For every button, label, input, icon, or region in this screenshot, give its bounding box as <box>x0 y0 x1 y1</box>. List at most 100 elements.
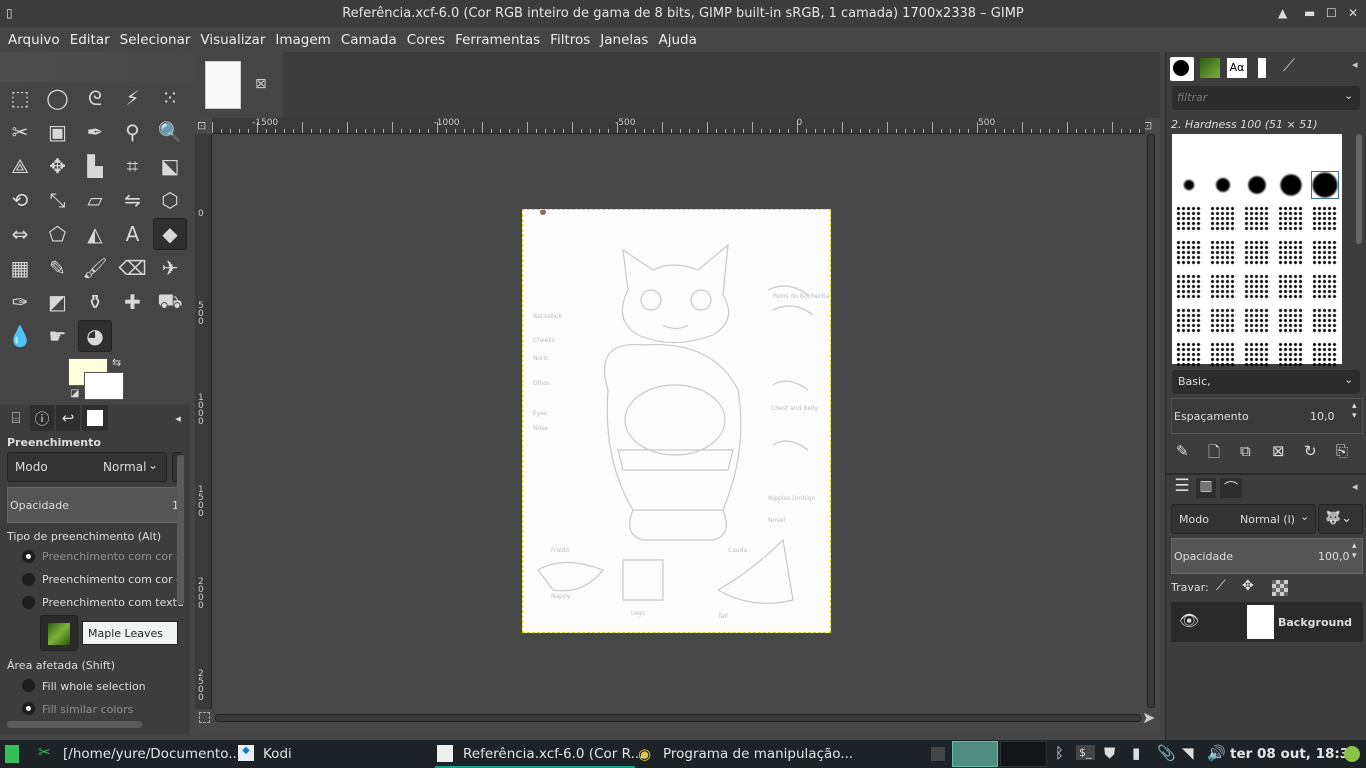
brush-preset[interactable] <box>1176 206 1202 232</box>
layer-mode-select[interactable]: Modo Normal (l) ⌄ <box>1171 504 1316 534</box>
brush-preset[interactable] <box>1312 308 1338 334</box>
gradient-tool-icon[interactable]: ▦ <box>3 252 37 284</box>
warp-tool-icon[interactable]: ⇔ <box>3 218 37 250</box>
brush-preset[interactable] <box>1312 206 1338 232</box>
crop-tool-icon[interactable]: ⌗ <box>116 150 150 182</box>
dock-menu-icon[interactable]: ◂ <box>1352 480 1358 493</box>
workspace-1[interactable] <box>952 741 998 767</box>
cage-tool-icon[interactable]: ⬠ <box>41 218 75 250</box>
airbrush-tool-icon[interactable]: ✈ <box>153 252 187 284</box>
rotate-tool-icon[interactable]: ⟲ <box>3 184 37 216</box>
lock-pixels-icon[interactable]: ⟋ <box>1216 578 1226 594</box>
menu-filtros[interactable]: Filtros <box>545 32 595 48</box>
brush-preset[interactable] <box>1278 206 1304 232</box>
brush-preset[interactable] <box>1210 308 1236 334</box>
menu-camada[interactable]: Camada <box>336 32 402 48</box>
delete-brush-icon[interactable]: ⊠ <box>1272 442 1285 460</box>
taskbar-item-kodi[interactable]: Kodi <box>263 740 292 768</box>
menu-selecionar[interactable]: Selecionar <box>115 32 196 48</box>
brush-preset[interactable] <box>1210 172 1236 198</box>
undo-history-tab-icon[interactable]: ↩ <box>56 405 80 431</box>
taskbar-item-files[interactable]: [/home/yure/Documento... <box>63 740 241 768</box>
paint-dynamics-tab-icon[interactable]: ⟋ <box>1283 56 1295 76</box>
free-select-tool-icon[interactable]: ᘓ <box>78 82 112 114</box>
quick-mask-icon[interactable]: ⊡ <box>197 119 211 133</box>
fill-type-radio-pattern[interactable] <box>22 596 35 609</box>
refresh-brushes-icon[interactable]: ↻ <box>1304 442 1317 460</box>
start-menu-icon[interactable] <box>5 745 19 763</box>
shear-tool-icon[interactable]: ▱ <box>78 184 112 216</box>
align-tool-icon[interactable]: ▙ <box>78 150 112 182</box>
unified-transform-tool-icon[interactable]: ⬕ <box>153 150 187 182</box>
duplicate-brush-icon[interactable]: ⧉ <box>1240 442 1251 460</box>
options-vscrollbar[interactable] <box>177 455 184 605</box>
brush-preset[interactable] <box>1312 274 1338 300</box>
lock-alpha-icon[interactable] <box>1272 580 1288 596</box>
volume-icon[interactable]: 🔊 <box>1207 744 1226 762</box>
area-radio-whole[interactable] <box>22 679 35 692</box>
new-brush-icon[interactable]: 🗋 <box>1208 442 1220 467</box>
perspective-clone-tool-icon[interactable]: ⛟ <box>153 286 187 318</box>
brush-preset[interactable] <box>1244 172 1270 198</box>
brush-preset[interactable] <box>1176 274 1202 300</box>
layer-opacity-slider[interactable]: Opacidade 100,0 ▴ ▾ <box>1171 538 1363 574</box>
perspective-tool-icon[interactable]: ⬡ <box>153 184 187 216</box>
menu-imagem[interactable]: Imagem <box>270 32 335 48</box>
maximize-button[interactable]: ☐ <box>1326 0 1337 27</box>
visibility-eye-icon[interactable]: 👁 <box>1179 611 1199 630</box>
background-color[interactable] <box>84 372 124 400</box>
tool-options-tab-icon[interactable]: ⌸ <box>4 405 28 431</box>
close-button[interactable]: ✕ <box>1348 0 1358 27</box>
text-tool-icon[interactable]: A <box>116 218 150 250</box>
foreground-select-tool-icon[interactable]: ▣ <box>41 116 75 148</box>
brush-grid[interactable] <box>1172 134 1342 368</box>
brush-preset[interactable] <box>1244 240 1270 266</box>
brush-preset[interactable] <box>1244 308 1270 334</box>
brush-preset[interactable] <box>1312 138 1338 164</box>
security-shield-icon[interactable]: ⛊ <box>1104 744 1115 762</box>
clock[interactable]: ter 08 out, 18:30 <box>1230 740 1359 768</box>
minimize-button[interactable]: ▬ <box>1304 0 1315 27</box>
brush-preset[interactable] <box>1210 240 1236 266</box>
images-tab-icon[interactable] <box>1258 58 1266 78</box>
menu-editar[interactable]: Editar <box>65 32 115 48</box>
reset-colors-icon[interactable]: ◪ <box>70 388 79 399</box>
bluetooth-icon[interactable]: ᛒ <box>1055 744 1064 762</box>
battery-icon[interactable]: ▮ <box>1132 744 1140 762</box>
flip-tool-icon[interactable]: ⇋ <box>116 184 150 216</box>
brush-preset[interactable] <box>1176 308 1202 334</box>
scale-tool-icon[interactable]: ⤡ <box>41 184 75 216</box>
dodge-burn-tool-icon[interactable]: ◕ <box>78 320 112 352</box>
paintbrush-tool-icon[interactable]: 🖌 <box>78 252 112 284</box>
vertical-scrollbar[interactable] <box>1147 134 1155 708</box>
menu-janelas[interactable]: Janelas <box>595 32 653 48</box>
brush-scrollbar[interactable] <box>1356 134 1362 244</box>
pattern-name-field[interactable]: Maple Leaves <box>82 621 178 645</box>
brush-preset[interactable] <box>1278 308 1304 334</box>
show-desktop-icon[interactable] <box>931 747 945 761</box>
bucket-fill-tool-icon[interactable]: ◆ <box>153 218 187 250</box>
window-shade-button[interactable]: ▲ <box>1278 0 1287 27</box>
brush-preset[interactable] <box>1176 172 1202 198</box>
brush-preset[interactable] <box>1311 171 1339 199</box>
clipboard-paperclip-icon[interactable]: 📎 <box>1157 744 1176 762</box>
taskbar-item-gimp-splash[interactable]: Programa de manipulação... <box>663 740 853 768</box>
brush-preset[interactable] <box>1210 138 1236 164</box>
menu-ajuda[interactable]: Ajuda <box>653 32 701 48</box>
brush-preset[interactable] <box>1210 342 1236 368</box>
brush-preset[interactable] <box>1244 274 1270 300</box>
mode-select[interactable]: Modo Normal ⌄ <box>7 452 167 482</box>
ink-tool-icon[interactable]: ✑ <box>3 286 37 318</box>
terminal-icon[interactable]: $_ <box>1076 745 1095 760</box>
spin-arrows-icon[interactable]: ▴ ▾ <box>1352 541 1357 561</box>
menu-cores[interactable]: Cores <box>402 32 450 48</box>
ellipse-select-tool-icon[interactable]: ◯ <box>41 82 75 114</box>
brush-preset[interactable] <box>1244 342 1270 368</box>
zoom-tool-icon[interactable]: 🔍 <box>153 116 187 148</box>
brush-preset[interactable] <box>1278 274 1304 300</box>
logout-icon[interactable] <box>1344 746 1360 762</box>
heal-tool-icon[interactable]: ✚ <box>116 286 150 318</box>
taskbar-item-gimp[interactable]: Referência.xcf-6.0 (Cor R... <box>463 740 643 768</box>
brush-filter-input[interactable]: filtrar ⌄ <box>1172 86 1360 110</box>
device-status-tab-icon[interactable]: ⓘ <box>30 405 54 431</box>
